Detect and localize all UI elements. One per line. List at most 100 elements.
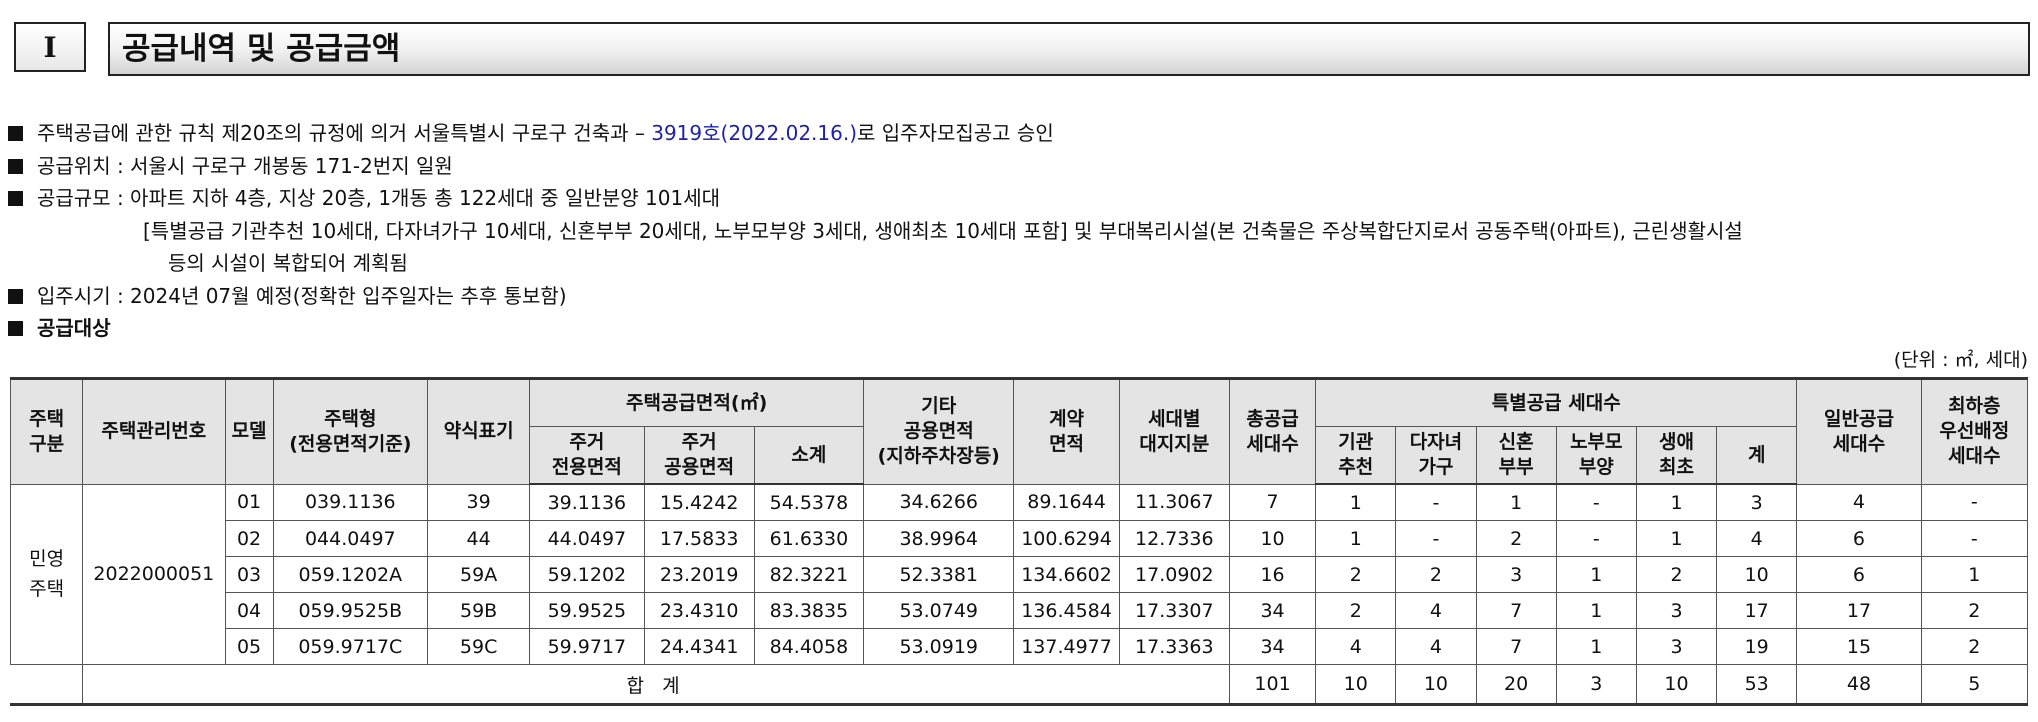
square-bullet-icon xyxy=(8,158,23,174)
subtotal-cell: 82.3221 xyxy=(753,556,865,593)
parents-cell: 3 xyxy=(1555,664,1637,705)
lowest-cell: 2 xyxy=(1920,628,2029,665)
parents-cell: 1 xyxy=(1555,628,1637,665)
mgmt-no-cell: 2022000051 xyxy=(82,483,226,665)
header-land-share: 세대별 대지지분 xyxy=(1118,378,1230,485)
header-sp-multi: 다자녀 가구 xyxy=(1395,426,1477,485)
header-total-supply: 총공급 세대수 xyxy=(1228,378,1317,485)
info-line-scale-detail: [특별공급 기관추천 10세대, 다자녀가구 10세대, 신혼부부 20세대, … xyxy=(143,218,1743,243)
totals-blank-cell xyxy=(9,664,84,705)
header-division: 주택 구분 xyxy=(9,378,84,485)
newly-cell: 2 xyxy=(1475,520,1557,557)
lowest-cell: 1 xyxy=(1920,556,2029,593)
approval-number: 3919호(2022.02.16.) xyxy=(651,121,858,145)
subtotal-cell: 54.5378 xyxy=(753,483,865,521)
inst-cell: 4 xyxy=(1315,628,1397,665)
total-cell: 7 xyxy=(1228,483,1317,521)
header-res-excl: 주거 전용면적 xyxy=(529,426,645,485)
multi-cell: 4 xyxy=(1395,628,1477,665)
newly-cell: 7 xyxy=(1475,592,1557,629)
land-cell: 17.0902 xyxy=(1118,556,1230,593)
total-cell: 34 xyxy=(1228,592,1317,629)
model-cell: 02 xyxy=(224,520,274,557)
abbr-cell: 39 xyxy=(426,483,531,521)
division-cell: 민영 주택 xyxy=(9,483,84,665)
table-row: 민영 주택 2022000051 01 039.1136 39 39.1136 … xyxy=(9,483,2029,665)
type-cell: 059.9717C xyxy=(272,628,429,665)
square-bullet-icon xyxy=(8,191,23,206)
common-cell: 15.4242 xyxy=(643,483,755,521)
first-cell: 3 xyxy=(1635,628,1718,665)
contract-cell: 100.6294 xyxy=(1013,520,1120,557)
first-cell: 1 xyxy=(1635,483,1718,521)
first-cell: 10 xyxy=(1635,664,1718,705)
model-cell: 04 xyxy=(224,592,274,629)
lowest-cell: - xyxy=(1920,520,2029,557)
header-special-supply: 특별공급 세대수 xyxy=(1315,378,1798,427)
inst-cell: 1 xyxy=(1315,520,1397,557)
sp-sum-cell: 53 xyxy=(1716,664,1798,705)
excl-cell: 39.1136 xyxy=(529,483,645,521)
info-line-target: 공급대상 xyxy=(8,312,2028,345)
square-bullet-icon xyxy=(8,288,23,304)
other-cell: 52.3381 xyxy=(863,556,1015,593)
multi-cell: 10 xyxy=(1395,664,1477,705)
total-cell: 16 xyxy=(1228,556,1317,593)
contract-cell: 136.4584 xyxy=(1013,592,1120,629)
abbr-cell: 59B xyxy=(426,592,531,629)
table-row: 04 059.9525B 59B 59.9525 23.4310 83.3835… xyxy=(11,592,2029,629)
model-cell: 05 xyxy=(224,628,274,665)
multi-cell: - xyxy=(1395,520,1477,557)
common-cell: 23.2019 xyxy=(643,556,755,593)
multi-cell: 2 xyxy=(1395,556,1477,593)
contract-cell: 137.4977 xyxy=(1013,628,1120,665)
info-line-location: 공급위치 : 서울시 구로구 개봉동 171-2번지 일원 xyxy=(8,150,2028,183)
multi-cell: - xyxy=(1395,483,1477,521)
header-sp-inst: 기관 추천 xyxy=(1315,426,1397,485)
info-line-move-in: 입주시기 : 2024년 07월 예정(정확한 입주일자는 추후 통보함) xyxy=(8,280,2028,313)
supply-table: 주택 구분 주택관리번호 모델 주택형 (전용면적기준) 약식표기 주택공급면적… xyxy=(9,377,2029,706)
sp-sum-cell: 17 xyxy=(1716,592,1798,629)
lowest-cell: 5 xyxy=(1920,664,2029,705)
header-sp-parents: 노부모 부양 xyxy=(1555,426,1637,485)
first-cell: 1 xyxy=(1635,520,1718,557)
table-body: 민영 주택 2022000051 01 039.1136 39 39.1136 … xyxy=(9,483,2029,705)
contract-cell: 134.6602 xyxy=(1013,556,1120,593)
subtotal-cell: 61.6330 xyxy=(753,520,865,557)
subtotal-cell: 84.4058 xyxy=(753,628,865,665)
parents-cell: - xyxy=(1555,520,1637,557)
table-row: 05 059.9717C 59C 59.9717 24.4341 84.4058… xyxy=(11,628,2029,665)
header-sp-newly: 신혼 부부 xyxy=(1475,426,1557,485)
header-res-common: 주거 공용면적 xyxy=(643,426,755,485)
square-bullet-icon xyxy=(8,126,23,141)
general-cell: 15 xyxy=(1796,628,1922,665)
total-cell: 10 xyxy=(1228,520,1317,557)
general-cell: 6 xyxy=(1796,520,1922,557)
inst-cell: 10 xyxy=(1315,664,1397,705)
header-mgmt-no: 주택관리번호 xyxy=(82,378,226,485)
header-model: 모델 xyxy=(224,378,274,485)
type-cell: 059.1202A xyxy=(272,556,429,593)
excl-cell: 44.0497 xyxy=(529,520,645,557)
header-other-common: 기타 공용면적 (지하주차장등) xyxy=(863,378,1015,485)
header-general-supply: 일반공급 세대수 xyxy=(1796,378,1922,485)
common-cell: 23.4310 xyxy=(643,592,755,629)
common-cell: 17.5833 xyxy=(643,520,755,557)
supply-info: 주택공급에 관한 규칙 제20조의 규정에 의거 서울특별시 구로구 건축과 –… xyxy=(8,117,2028,345)
abbr-cell: 59A xyxy=(426,556,531,593)
header-contract-area: 계약 면적 xyxy=(1013,378,1120,485)
other-cell: 34.6266 xyxy=(863,483,1015,521)
header-supply-area: 주택공급면적(㎡) xyxy=(529,378,865,427)
excl-cell: 59.9717 xyxy=(529,628,645,665)
newly-cell: 3 xyxy=(1475,556,1557,593)
type-cell: 039.1136 xyxy=(272,483,429,521)
abbr-cell: 44 xyxy=(426,520,531,557)
section-number: I xyxy=(14,22,86,72)
common-cell: 24.4341 xyxy=(643,628,755,665)
parents-cell: 1 xyxy=(1555,556,1637,593)
totals-row: 합 계 101 10 10 20 3 10 53 48 5 xyxy=(9,664,2029,705)
sp-sum-cell: 4 xyxy=(1716,520,1798,557)
other-cell: 53.0919 xyxy=(863,628,1015,665)
lowest-cell: - xyxy=(1920,483,2029,521)
total-cell: 101 xyxy=(1228,664,1317,705)
